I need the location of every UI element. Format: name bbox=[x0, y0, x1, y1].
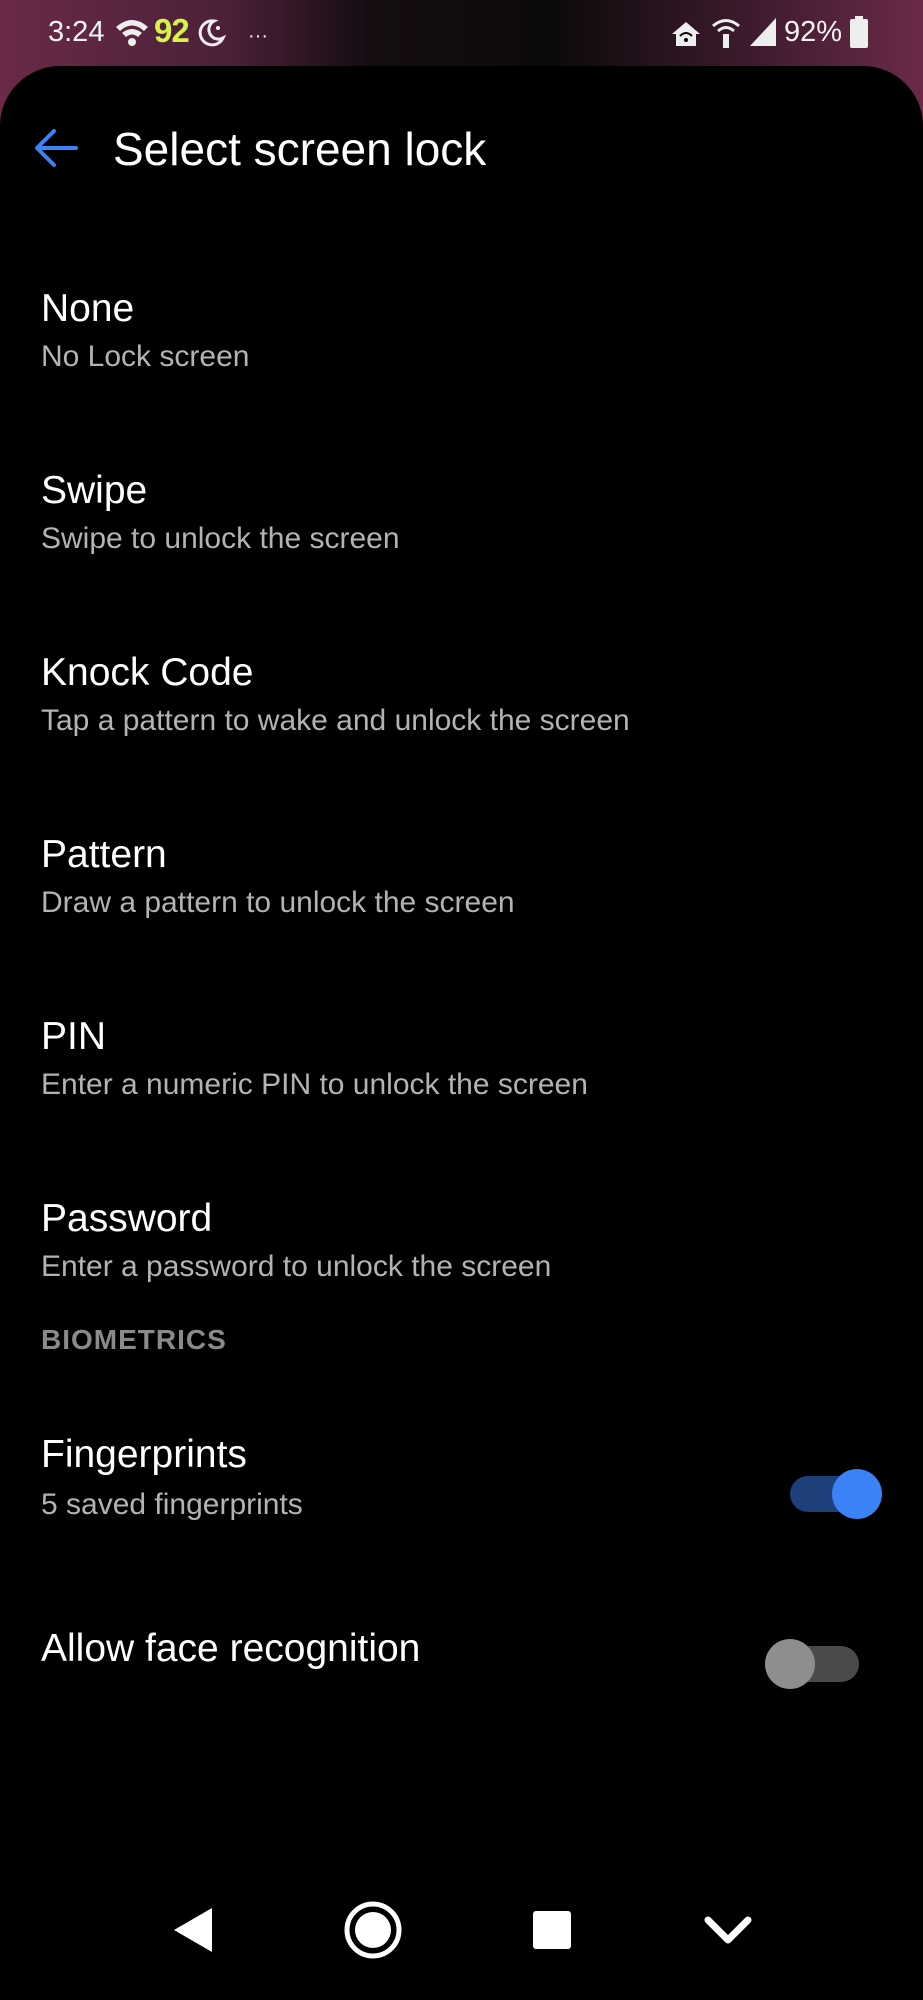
face-recognition-title: Allow face recognition bbox=[41, 1627, 421, 1670]
lock-option-pin[interactable]: PIN Enter a numeric PIN to unlock the sc… bbox=[0, 976, 923, 1158]
settings-screen: Select screen lock None No Lock screen S… bbox=[0, 66, 923, 2000]
option-subtitle: Enter a password to unlock the screen bbox=[41, 1250, 552, 1283]
battery-percent: 92% bbox=[784, 16, 843, 48]
fingerprints-toggle[interactable] bbox=[790, 1469, 882, 1519]
fingerprints-subtitle: 5 saved fingerprints bbox=[41, 1488, 303, 1521]
recents-square-icon bbox=[533, 1911, 571, 1949]
lock-option-knock-code[interactable]: Knock Code Tap a pattern to wake and unl… bbox=[0, 612, 923, 794]
fingerprints-title: Fingerprints bbox=[41, 1433, 247, 1476]
option-title: PIN bbox=[41, 1015, 107, 1058]
app-bar: Select screen lock bbox=[0, 96, 923, 206]
hotspot-icon bbox=[670, 16, 702, 53]
option-subtitle: Enter a numeric PIN to unlock the screen bbox=[41, 1068, 588, 1101]
wifi-icon bbox=[114, 16, 150, 53]
lock-option-pattern[interactable]: Pattern Draw a pattern to unlock the scr… bbox=[0, 794, 923, 976]
back-triangle-icon bbox=[174, 1908, 212, 1952]
page-title: Select screen lock bbox=[113, 123, 487, 175]
lock-option-none[interactable]: None No Lock screen bbox=[0, 248, 923, 430]
more-indicator: ··· bbox=[248, 25, 268, 47]
battery-icon bbox=[850, 16, 868, 53]
option-title: Password bbox=[41, 1197, 213, 1240]
option-subtitle: No Lock screen bbox=[41, 340, 250, 373]
moon-icon bbox=[196, 18, 227, 53]
option-subtitle: Tap a pattern to wake and unlock the scr… bbox=[41, 704, 630, 737]
face-recognition-toggle[interactable] bbox=[765, 1639, 859, 1689]
signal-icon bbox=[748, 16, 778, 53]
lock-option-swipe[interactable]: Swipe Swipe to unlock the screen bbox=[0, 430, 923, 612]
nav-back-button[interactable] bbox=[154, 1890, 234, 1970]
arrow-left-icon bbox=[35, 129, 78, 167]
back-button[interactable] bbox=[28, 118, 88, 178]
option-subtitle: Swipe to unlock the screen bbox=[41, 522, 400, 555]
option-title: None bbox=[41, 287, 135, 330]
option-title: Knock Code bbox=[41, 651, 254, 694]
nav-hide-button[interactable] bbox=[688, 1890, 768, 1970]
option-title: Swipe bbox=[41, 469, 148, 512]
status-bar: 3:24 92 ··· 92% bbox=[0, 0, 923, 66]
badge-92: 92 bbox=[154, 12, 190, 49]
wifi-calling-icon bbox=[710, 16, 742, 55]
chevron-down-icon bbox=[704, 1916, 752, 1944]
fingerprints-row[interactable]: Fingerprints 5 saved fingerprints bbox=[0, 1406, 923, 1576]
status-time: 3:24 bbox=[48, 16, 105, 48]
face-recognition-row[interactable]: Allow face recognition bbox=[0, 1576, 923, 1716]
nav-recents-button[interactable] bbox=[512, 1890, 592, 1970]
toggle-knob bbox=[765, 1639, 815, 1689]
home-circle-icon bbox=[344, 1901, 402, 1959]
section-header-biometrics: BIOMETRICS bbox=[41, 1324, 227, 1355]
option-subtitle: Draw a pattern to unlock the screen bbox=[41, 886, 515, 919]
toggle-knob bbox=[832, 1469, 882, 1519]
option-title: Pattern bbox=[41, 833, 167, 876]
lock-option-password[interactable]: Password Enter a password to unlock the … bbox=[0, 1158, 923, 1340]
nav-home-button[interactable] bbox=[333, 1890, 413, 1970]
navigation-bar bbox=[0, 1860, 923, 2000]
